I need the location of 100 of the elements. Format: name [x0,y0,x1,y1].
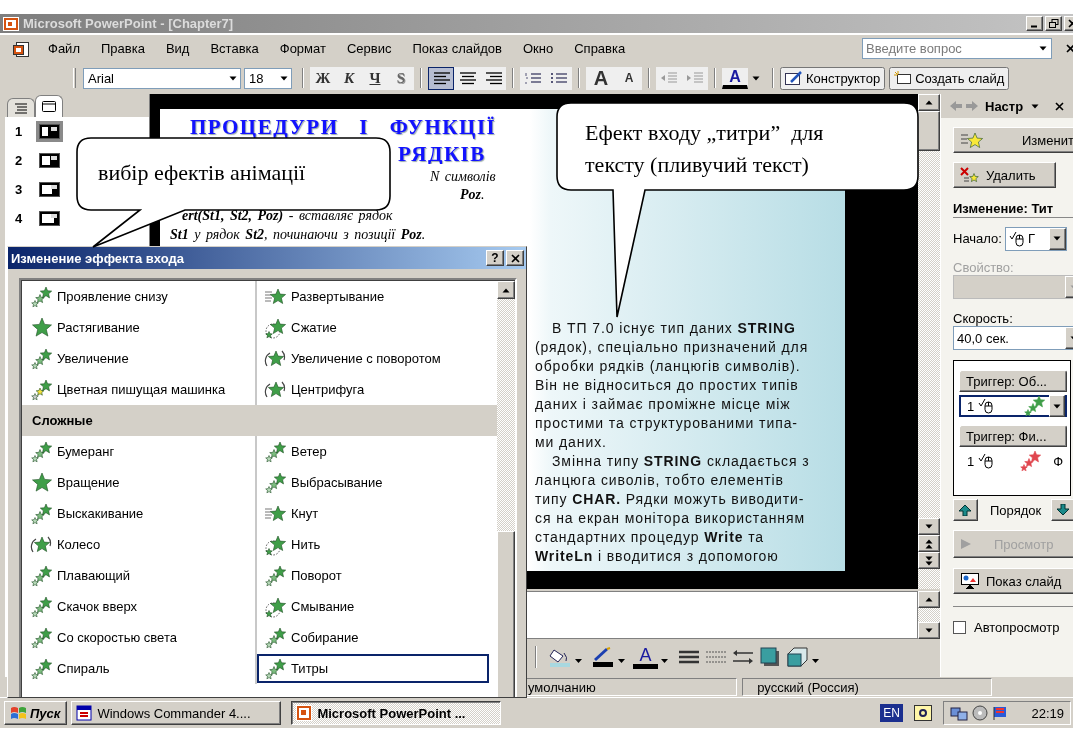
shrink-font-button[interactable]: A [616,66,642,90]
slideshow-button[interactable]: Показ слайд [953,568,1073,594]
effect-option[interactable]: Вращение [22,467,256,498]
menu-item[interactable]: Вставка [210,39,259,58]
restore-button[interactable] [1045,16,1062,31]
3d-style-button[interactable] [784,645,809,669]
effect-item[interactable]: 1 Ф [959,450,1067,472]
help-icon[interactable] [913,704,933,722]
effect-option[interactable]: Центрифуга [256,374,490,405]
scroll-thumb[interactable] [497,531,515,697]
taskbar-button[interactable]: Microsoft PowerPoint ... [291,701,502,725]
effect-item[interactable]: 1 [959,395,1067,417]
remove-button[interactable]: Удалить [953,162,1056,188]
effect-option[interactable]: Скачок вверх [22,591,256,622]
numbering-button[interactable] [520,66,546,90]
scroll-up-button[interactable] [918,94,940,111]
font-size-combo[interactable]: 18 [244,67,292,89]
trigger-header[interactable]: Триггер: Об... [959,370,1067,392]
help-field[interactable]: Введите вопрос [862,38,1052,59]
checkbox[interactable] [953,621,966,634]
font-color-button[interactable]: A [633,645,658,669]
effect-option[interactable]: Ветер [256,436,490,467]
effect-option[interactable]: Бумеранг [22,436,256,467]
effect-option[interactable]: Растягивание [22,312,256,343]
caret-icon[interactable] [752,75,760,81]
scroll-up-button[interactable] [918,591,940,608]
disc-icon[interactable] [972,705,988,721]
caret-icon[interactable] [812,659,819,663]
move-up-button[interactable] [953,499,978,521]
slides-tab[interactable] [35,95,63,117]
caret-icon[interactable] [618,659,625,663]
caret-icon[interactable] [575,659,582,663]
slide-thumbnail[interactable] [36,179,63,200]
align-left-button[interactable] [428,66,454,90]
close-button[interactable] [506,250,524,266]
language-indicator[interactable]: EN [880,704,903,722]
effect-option[interactable]: Развертывание [256,281,490,312]
effect-option[interactable]: Поворот [256,560,490,591]
effect-option[interactable]: Цветная пишущая машинка [22,374,256,405]
effect-option[interactable]: Колесо [22,529,256,560]
bold-button[interactable]: Ж [310,66,336,90]
slide-thumbnail[interactable] [36,150,63,171]
font-combo[interactable]: Arial [83,67,241,89]
help-button[interactable]: ? [486,250,504,266]
font-color-button[interactable]: A [722,67,748,89]
minimize-button[interactable] [1026,16,1043,31]
notes-pane[interactable] [527,591,918,639]
menu-item[interactable]: Правка [100,39,145,58]
network-icon[interactable] [950,705,968,721]
caret-icon[interactable] [661,659,668,663]
menu-item[interactable]: Файл [48,39,80,58]
menu-item[interactable]: Показ слайдов [412,39,502,58]
grow-font-button[interactable]: A [586,66,616,90]
shadow-button[interactable] [757,645,782,669]
effect-option[interactable]: Со скоростью света [22,622,256,653]
menu-item[interactable]: Сервис [346,39,392,58]
effect-option[interactable]: Увеличение с поворотом [256,343,490,374]
shadow-button[interactable]: S [388,66,414,90]
italic-button[interactable]: К [336,66,362,90]
caret-icon[interactable] [1031,103,1040,109]
scroll-thumb[interactable] [918,111,940,151]
change-button[interactable]: Изменит [953,127,1073,153]
slide-thumbnail[interactable] [36,208,63,229]
designer-button[interactable]: Конструктор [780,66,886,90]
trigger-header[interactable]: Триггер: Фи... [959,425,1067,447]
move-down-button[interactable] [1051,499,1073,521]
line-color-button[interactable] [590,645,615,669]
effect-option[interactable]: Титры [256,653,490,684]
effect-option[interactable]: Нить [256,529,490,560]
start-button[interactable]: Пуск [4,701,68,725]
align-right-button[interactable] [480,66,506,90]
menu-item[interactable]: Вид [165,39,190,58]
align-center-button[interactable] [454,66,480,90]
taskbar-button[interactable]: Windows Commander 4.... [71,701,282,725]
caret-icon[interactable] [1039,46,1047,51]
effect-option[interactable]: Увеличение [22,343,256,374]
underline-button[interactable]: Ч [362,66,388,90]
effect-option[interactable]: Спираль [22,653,256,684]
close-icon[interactable] [1055,101,1065,111]
outline-tab[interactable] [7,98,35,117]
previous-slide-button[interactable] [918,535,940,552]
speed-combo[interactable]: 40,0 сек. [953,326,1073,350]
new-slide-button[interactable]: Создать слайд [889,66,1010,90]
effect-option[interactable]: Проявление снизу [22,281,256,312]
effect-option[interactable]: Выбрасывание [256,467,490,498]
effect-option[interactable]: Кнут [256,498,490,529]
scroll-up-button[interactable] [497,281,515,299]
start-combo[interactable]: Г [1004,226,1067,251]
dropdown-button[interactable] [1049,395,1065,417]
effect-option[interactable]: Плавающий [22,560,256,591]
scroll-down-button[interactable] [918,622,940,639]
effect-option[interactable]: Собирание [256,622,490,653]
next-slide-button[interactable] [918,552,940,569]
slide-thumbnail[interactable] [36,121,63,142]
effect-option[interactable]: Выскакивание [22,498,256,529]
menu-item[interactable]: Окно [523,39,554,58]
menu-item[interactable]: Формат [279,39,326,58]
menu-item[interactable]: Справка [574,39,626,58]
effect-option[interactable]: Сжатие [256,312,490,343]
close-icon[interactable] [1066,44,1073,53]
